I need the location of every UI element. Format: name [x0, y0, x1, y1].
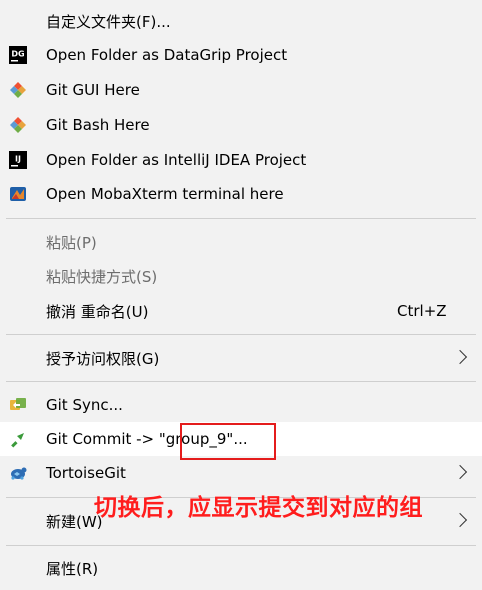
datagrip-icon-text: DG: [11, 50, 24, 59]
tortoisegit-icon: [9, 464, 27, 482]
menu-item-label: 自定义文件夹(F)...: [46, 12, 171, 31]
menu-item-label: 撤消 重命名(U): [46, 302, 149, 321]
menu-item-label: Open Folder as IntelliJ IDEA Project: [46, 151, 307, 169]
git-sync-icon: [9, 396, 27, 414]
datagrip-icon: DG: [9, 46, 27, 64]
menu-item-properties[interactable]: 属性(R): [0, 551, 482, 585]
menu-separator: [6, 381, 476, 382]
menu-item-git-sync[interactable]: Git Sync...: [0, 388, 482, 422]
menu-item-tortoisegit[interactable]: TortoiseGit: [0, 456, 482, 490]
menu-item-label: TortoiseGit: [46, 464, 126, 482]
menu-item-undo-rename[interactable]: 撤消 重命名(U) Ctrl+Z: [0, 294, 482, 328]
menu-item-label: 属性(R): [46, 559, 99, 578]
mobaxterm-icon: [9, 185, 27, 203]
submenu-arrow-icon: [452, 349, 468, 365]
highlight-box: [180, 423, 276, 460]
menu-item-label: Open Folder as DataGrip Project: [46, 46, 288, 64]
intellij-icon-text: IJ: [15, 155, 21, 164]
menu-item-label: Git GUI Here: [46, 81, 140, 99]
menu-separator: [6, 334, 476, 335]
submenu-arrow-icon: [452, 512, 468, 528]
menu-item-custom-folder[interactable]: 自定义文件夹(F)...: [0, 4, 482, 38]
menu-item-label: 粘贴快捷方式(S): [46, 267, 158, 286]
submenu-arrow-icon: [452, 464, 468, 480]
annotation-text: 切换后，应显示提交到对应的组: [94, 495, 423, 521]
menu-item-git-gui[interactable]: Git GUI Here: [0, 73, 482, 107]
menu-item-shortcut: Ctrl+Z: [397, 302, 447, 320]
menu-item-paste-shortcut: 粘贴快捷方式(S): [0, 259, 482, 293]
menu-separator: [6, 218, 476, 219]
menu-item-label: Open MobaXterm terminal here: [46, 185, 284, 203]
intellij-icon: IJ: [9, 151, 27, 169]
commit-prefix: Git Commit ->: [46, 430, 159, 448]
menu-item-paste: 粘贴(P): [0, 225, 482, 259]
menu-item-datagrip[interactable]: DG Open Folder as DataGrip Project: [0, 38, 482, 72]
menu-item-intellij[interactable]: IJ Open Folder as IntelliJ IDEA Project: [0, 143, 482, 177]
commit-arrow-icon: [9, 430, 27, 448]
menu-item-mobaxterm[interactable]: Open MobaXterm terminal here: [0, 177, 482, 211]
menu-item-label: Git Sync...: [46, 396, 123, 414]
menu-item-grant-access[interactable]: 授予访问权限(G): [0, 341, 482, 375]
menu-item-label: Git Bash Here: [46, 116, 150, 134]
menu-item-git-bash[interactable]: Git Bash Here: [0, 108, 482, 142]
menu-item-label: 授予访问权限(G): [46, 349, 160, 368]
menu-item-label: 粘贴(P): [46, 233, 97, 252]
git-diamond-icon: [9, 116, 27, 134]
menu-separator: [6, 545, 476, 546]
git-diamond-icon: [9, 81, 27, 99]
